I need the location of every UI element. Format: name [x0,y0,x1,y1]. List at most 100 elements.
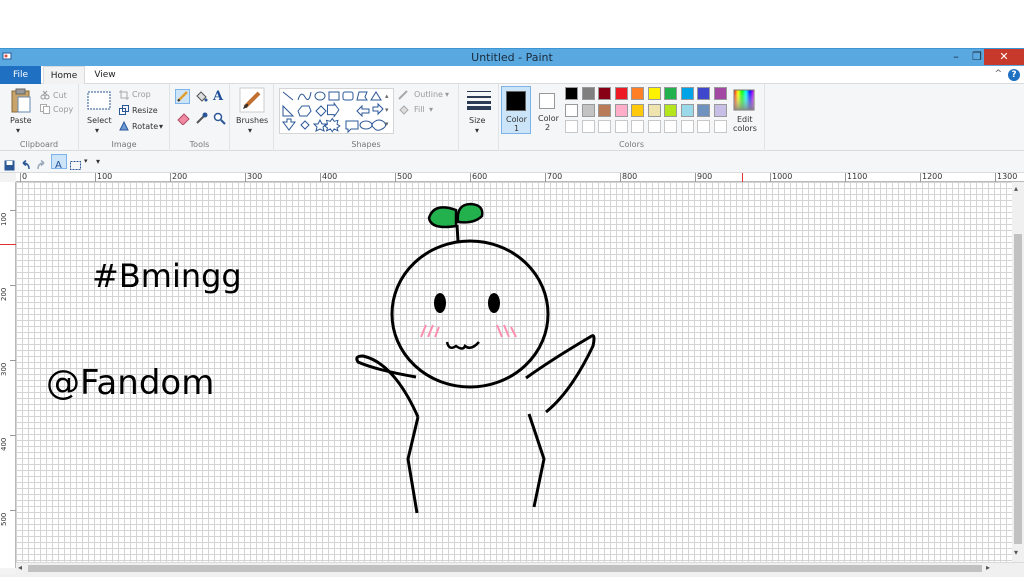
palette-swatch[interactable] [647,87,661,100]
tab-file[interactable]: File [0,66,41,84]
palette-custom-swatch[interactable] [631,120,644,133]
select-label[interactable]: Select [87,116,112,125]
edit-colors-icon[interactable] [733,89,755,113]
ruler-label: 800 [622,172,638,181]
vertical-scrollbar[interactable]: ▴ ▾ [1012,182,1024,562]
outline-dropdown-icon[interactable]: ▾ [445,90,449,99]
palette-swatch[interactable] [581,103,595,117]
palette-custom-swatch[interactable] [680,120,694,133]
pencil-icon[interactable] [175,89,190,104]
palette-swatch[interactable] [581,87,595,100]
text-tool-icon[interactable]: A [213,89,223,104]
resize-icon[interactable] [119,105,129,117]
character-left-arm [355,354,420,418]
palette-custom-swatch[interactable] [614,120,628,133]
palette-custom-swatch[interactable] [697,120,710,133]
outline-icon[interactable] [398,90,410,102]
shapes-expand-icon[interactable]: ▾ [385,120,389,128]
eraser-icon[interactable] [177,112,190,127]
brushes-dropdown-icon[interactable]: ▾ [248,126,252,135]
fill-bucket-icon[interactable] [195,90,208,105]
size-dropdown-icon[interactable]: ▾ [475,126,479,135]
ruler-tick [20,173,21,182]
scroll-up-icon[interactable]: ▴ [1014,184,1018,193]
horizontal-scroll-thumb[interactable] [28,565,982,572]
palette-swatch[interactable] [598,87,611,100]
palette-custom-swatch[interactable] [647,120,661,133]
shapes-scroll-up-icon[interactable]: ▴ [385,92,389,100]
ruler-label: 1200 [922,172,943,181]
color2-selector[interactable]: Color 2 [534,86,562,134]
text-select-icon[interactable]: A [51,154,67,171]
palette-swatch[interactable] [647,103,661,117]
select-dropdown-icon[interactable]: ▾ [95,126,99,135]
paste-label[interactable]: Paste [10,116,32,125]
palette-swatch[interactable] [680,87,694,100]
select-icon[interactable] [87,91,111,113]
palette-swatch[interactable] [631,103,644,117]
copy-label[interactable]: Copy [53,105,73,114]
crop-label[interactable]: Crop [132,90,151,99]
palette-custom-swatch[interactable] [598,120,611,133]
fill-dropdown-icon[interactable]: ▾ [429,105,433,114]
tab-home[interactable]: Home [43,66,85,85]
palette-custom-swatch[interactable] [565,120,578,133]
magnifier-icon[interactable] [213,112,226,127]
scroll-right-icon[interactable]: ▸ [986,563,990,572]
edit-colors-label-2[interactable]: colors [733,124,757,133]
horizontal-scrollbar[interactable]: ◂ ▸ [16,562,1024,574]
paste-icon[interactable] [10,88,32,116]
brushes-label[interactable]: Brushes [236,116,268,125]
ruler-label: 0 [22,172,28,181]
scroll-left-icon[interactable]: ◂ [18,563,22,572]
vertical-scroll-thumb[interactable] [1014,234,1022,544]
fill-icon[interactable] [398,105,410,117]
tab-view[interactable]: View [88,66,122,84]
copy-icon[interactable] [40,104,50,116]
customize-toolbar-icon[interactable]: ▾ [96,157,100,166]
paste-dropdown-icon[interactable]: ▾ [16,126,20,135]
ruler-corner [0,173,16,182]
outline-label[interactable]: Outline [414,90,443,99]
close-button[interactable]: ✕ [984,49,1024,65]
shapes-scroll-down-icon[interactable]: ▾ [385,106,389,114]
shapes-gallery-icons[interactable] [280,89,395,135]
drawing-canvas[interactable]: #Bmingg @Fandom [16,182,1012,562]
palette-swatch[interactable] [614,87,628,100]
palette-custom-swatch[interactable] [713,120,727,133]
palette-custom-swatch[interactable] [581,120,595,133]
palette-swatch[interactable] [664,103,677,117]
size-label[interactable]: Size [469,116,485,125]
palette-swatch[interactable] [697,103,710,117]
rotate-label[interactable]: Rotate [132,122,158,131]
rotate-dropdown-icon[interactable]: ▾ [159,122,163,131]
palette-swatch[interactable] [713,87,727,100]
palette-swatch[interactable] [697,87,710,100]
rotate-icon[interactable] [119,120,129,133]
resize-label[interactable]: Resize [132,106,158,115]
color-picker-icon[interactable] [195,112,208,127]
scroll-down-icon[interactable]: ▾ [1014,548,1018,557]
palette-swatch[interactable] [631,87,644,100]
brushes-icon[interactable] [239,87,265,115]
palette-custom-swatch[interactable] [664,120,677,133]
line-size-icon[interactable] [466,90,492,112]
shapes-gallery[interactable] [279,88,394,134]
cut-icon[interactable] [40,90,50,102]
crop-icon[interactable] [119,90,129,102]
help-icon[interactable]: ? [1008,69,1020,81]
palette-swatch[interactable] [598,103,611,117]
edit-colors-label[interactable]: Edit [737,115,753,124]
cut-label[interactable]: Cut [53,91,67,100]
minimize-button[interactable]: – [945,49,967,65]
color1-selector[interactable]: Color 1 [501,86,531,134]
select-shape-dropdown-icon[interactable]: ▾ [84,157,88,165]
fill-label[interactable]: Fill [414,105,425,114]
palette-swatch[interactable] [713,103,727,117]
palette-swatch[interactable] [565,103,578,117]
palette-swatch[interactable] [565,87,578,100]
palette-swatch[interactable] [614,103,628,117]
palette-swatch[interactable] [680,103,694,117]
palette-swatch[interactable] [664,87,677,100]
collapse-ribbon-icon[interactable]: ^ [994,69,1002,79]
